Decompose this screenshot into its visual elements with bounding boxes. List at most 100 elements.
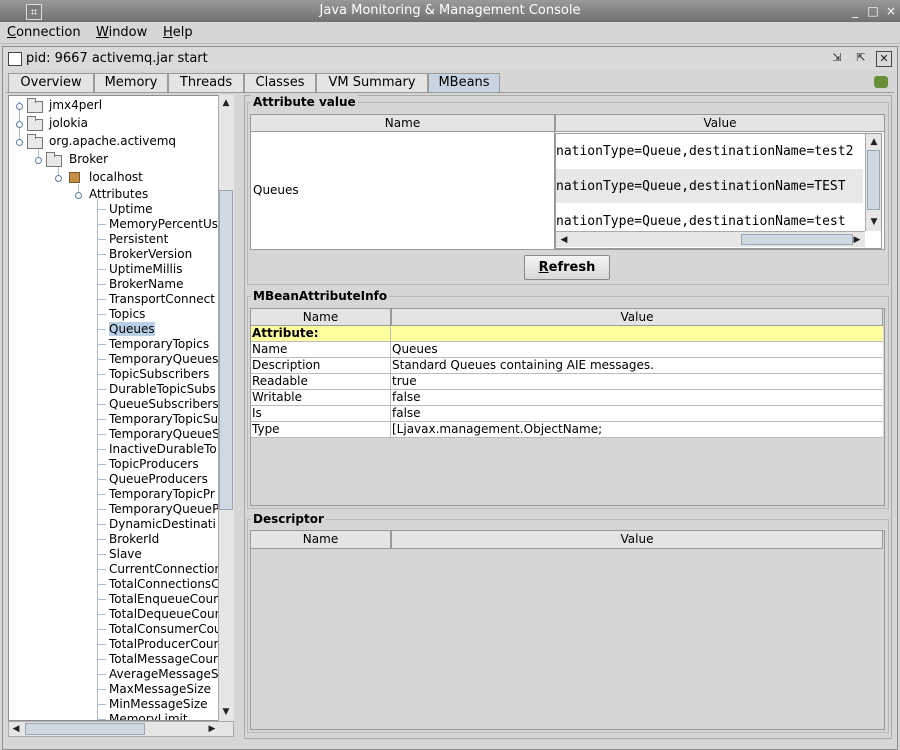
maximize-icon[interactable]: □ [866, 4, 880, 18]
window-title-bar[interactable]: ⌗ Java Monitoring & Management Console _… [0, 0, 900, 22]
tree-item-attribute[interactable]: DynamicDestinati [109, 517, 216, 532]
tree-item-attribute[interactable]: BrokerName [109, 277, 183, 292]
column-header-value[interactable]: Value [391, 530, 883, 549]
tree-item-attribute[interactable]: BrokerId [109, 532, 159, 547]
split-pane-divider[interactable] [236, 95, 242, 739]
tree-item-attribute[interactable]: Persistent [109, 232, 168, 247]
tree-expand-handle-icon[interactable] [16, 121, 23, 128]
scroll-down-icon[interactable]: ▼ [867, 216, 881, 228]
tree-vertical-scroll-thumb[interactable] [219, 190, 233, 510]
tree-item-attribute[interactable]: InactiveDurableTo [109, 442, 217, 457]
scroll-left-icon[interactable]: ◀ [9, 723, 23, 735]
internal-frame-header[interactable]: pid: 9667 activemq.jar start ⇲ ⇱ ✕ [4, 48, 896, 70]
column-header-name[interactable]: Name [250, 530, 391, 549]
tree-item-attribute[interactable]: TemporaryQueueP [109, 502, 219, 517]
column-header-name[interactable]: Name [250, 114, 555, 132]
column-header-name[interactable]: Name [250, 308, 391, 326]
tree-item-attribute[interactable]: TotalMessageCour [109, 652, 218, 667]
table-row[interactable]: Description Standard Queues containing AI… [251, 358, 883, 374]
tree-expand-handle-icon[interactable] [55, 175, 62, 182]
tree-item-attribute[interactable]: QueueProducers [109, 472, 208, 487]
tree-node[interactable]: jolokia [49, 116, 88, 131]
scroll-up-icon[interactable]: ▲ [867, 136, 881, 148]
minimize-icon[interactable]: _ [848, 4, 862, 18]
frame-close-icon[interactable]: ✕ [876, 51, 892, 67]
tree-item-attribute[interactable]: DurableTopicSubs [109, 382, 216, 397]
table-row[interactable]: Attribute: [251, 326, 883, 342]
tree-item-attribute[interactable]: TotalConnectionsC [109, 577, 220, 592]
tree-node[interactable]: org.apache.activemq [49, 134, 176, 149]
scroll-up-icon[interactable]: ▲ [219, 97, 233, 109]
value-vertical-scroll-thumb[interactable] [867, 150, 880, 210]
table-row[interactable]: Name Queues [251, 342, 883, 358]
iconify-icon[interactable]: ⇲ [830, 51, 844, 65]
tree-item-attribute[interactable]: MemoryLimit [109, 712, 188, 720]
tree-item-attribute[interactable]: QueueSubscribers [109, 397, 219, 412]
tab-overview[interactable]: Overview [8, 73, 94, 92]
tree-item-attribute[interactable]: UptimeMillis [109, 262, 182, 277]
tree-item-attribute[interactable]: TemporaryQueueS [109, 427, 220, 442]
list-item[interactable]: nationType=Queue,destinationName=test [556, 214, 863, 229]
column-header-value[interactable]: Value [555, 114, 885, 132]
menu-help[interactable]: Help [163, 25, 193, 40]
tree-item-attribute[interactable]: TransportConnect [109, 292, 215, 307]
tree-item-attribute[interactable]: MemoryPercentUs [109, 217, 218, 232]
tree-item-attribute[interactable]: TotalConsumerCou [109, 622, 222, 637]
tree-item-attribute[interactable]: TotalProducerCour [109, 637, 218, 652]
scroll-down-icon[interactable]: ▼ [219, 706, 233, 718]
tree-item-attribute[interactable]: AverageMessageS [109, 667, 219, 682]
tab-classes[interactable]: Classes [244, 73, 316, 92]
tab-threads[interactable]: Threads [168, 73, 244, 92]
tab-vm-summary[interactable]: VM Summary [316, 73, 428, 92]
menu-window[interactable]: Window [96, 25, 147, 40]
tab-memory[interactable]: Memory [94, 73, 168, 92]
scroll-right-icon[interactable]: ▶ [850, 234, 864, 246]
list-item[interactable]: nationType=Queue,destinationName=test2 [556, 144, 863, 159]
table-row[interactable]: Readable true [251, 374, 883, 390]
tree-item-attribute[interactable]: TemporaryQueues [109, 352, 218, 367]
menu-help-mnemonic: H [163, 25, 173, 40]
scroll-left-icon[interactable]: ◀ [557, 234, 571, 246]
restore-icon[interactable]: ⇱ [854, 51, 868, 65]
tree-item-attribute[interactable]: TemporaryTopicPr [109, 487, 215, 502]
tree-expand-handle-icon[interactable] [75, 192, 82, 199]
tree-item-attribute[interactable]: TotalDequeueCour [109, 607, 220, 622]
tree-item-attribute[interactable]: Queues [109, 322, 155, 337]
tree-node[interactable]: Broker [69, 152, 108, 167]
menu-connection[interactable]: Connection [7, 25, 81, 40]
tab-mbeans[interactable]: MBeans [428, 73, 500, 92]
value-horizontal-scrollbar[interactable]: ◀ ▶ [556, 231, 865, 247]
table-row[interactable]: Type [Ljavax.management.ObjectName; [251, 422, 883, 438]
tree-item-attribute[interactable]: TemporaryTopics [109, 337, 209, 352]
tree-item-attribute[interactable]: Slave [109, 547, 142, 562]
tree-node[interactable]: localhost [89, 170, 143, 185]
tree-item-attribute[interactable]: TemporaryTopicSu [109, 412, 218, 427]
tree-item-attribute[interactable]: TopicProducers [109, 457, 199, 472]
table-row[interactable]: Writable false [251, 390, 883, 406]
tree-item-attribute[interactable]: MinMessageSize [109, 697, 208, 712]
tree-horizontal-scroll-thumb[interactable] [25, 723, 145, 735]
tree-node[interactable]: Attributes [89, 187, 148, 202]
value-horizontal-scroll-thumb[interactable] [741, 234, 853, 245]
value-vertical-scrollbar[interactable]: ▲ ▼ [865, 134, 881, 231]
tree-item-attribute[interactable]: TotalEnqueueCour [109, 592, 218, 607]
tree-expand-handle-icon[interactable] [16, 103, 23, 110]
tree-item-attribute[interactable]: MaxMessageSize [109, 682, 211, 697]
tree-item-attribute[interactable]: CurrentConnection [109, 562, 222, 577]
column-header-value[interactable]: Value [391, 308, 883, 326]
attribute-name-cell[interactable]: Queues [253, 183, 299, 198]
tree-item-attribute[interactable]: Uptime [109, 202, 153, 217]
tree-expand-handle-icon[interactable] [16, 139, 23, 146]
tree-expand-handle-icon[interactable] [35, 157, 42, 164]
table-row[interactable]: Is false [251, 406, 883, 422]
scroll-right-icon[interactable]: ▶ [205, 723, 219, 735]
mbean-tree[interactable]: jmx4perl jolokia org.apache.activemq Broker… [8, 95, 234, 721]
tree-item-attribute[interactable]: BrokerVersion [109, 247, 192, 262]
tree-line [98, 599, 106, 600]
tree-node[interactable]: jmx4perl [49, 98, 102, 113]
tree-item-attribute[interactable]: TopicSubscribers [109, 367, 209, 382]
close-icon[interactable]: × [884, 4, 898, 18]
tree-item-attribute[interactable]: Topics [109, 307, 145, 322]
list-item[interactable]: nationType=Queue,destinationName=TEST [556, 179, 863, 194]
refresh-button[interactable]: Refresh [524, 255, 610, 280]
